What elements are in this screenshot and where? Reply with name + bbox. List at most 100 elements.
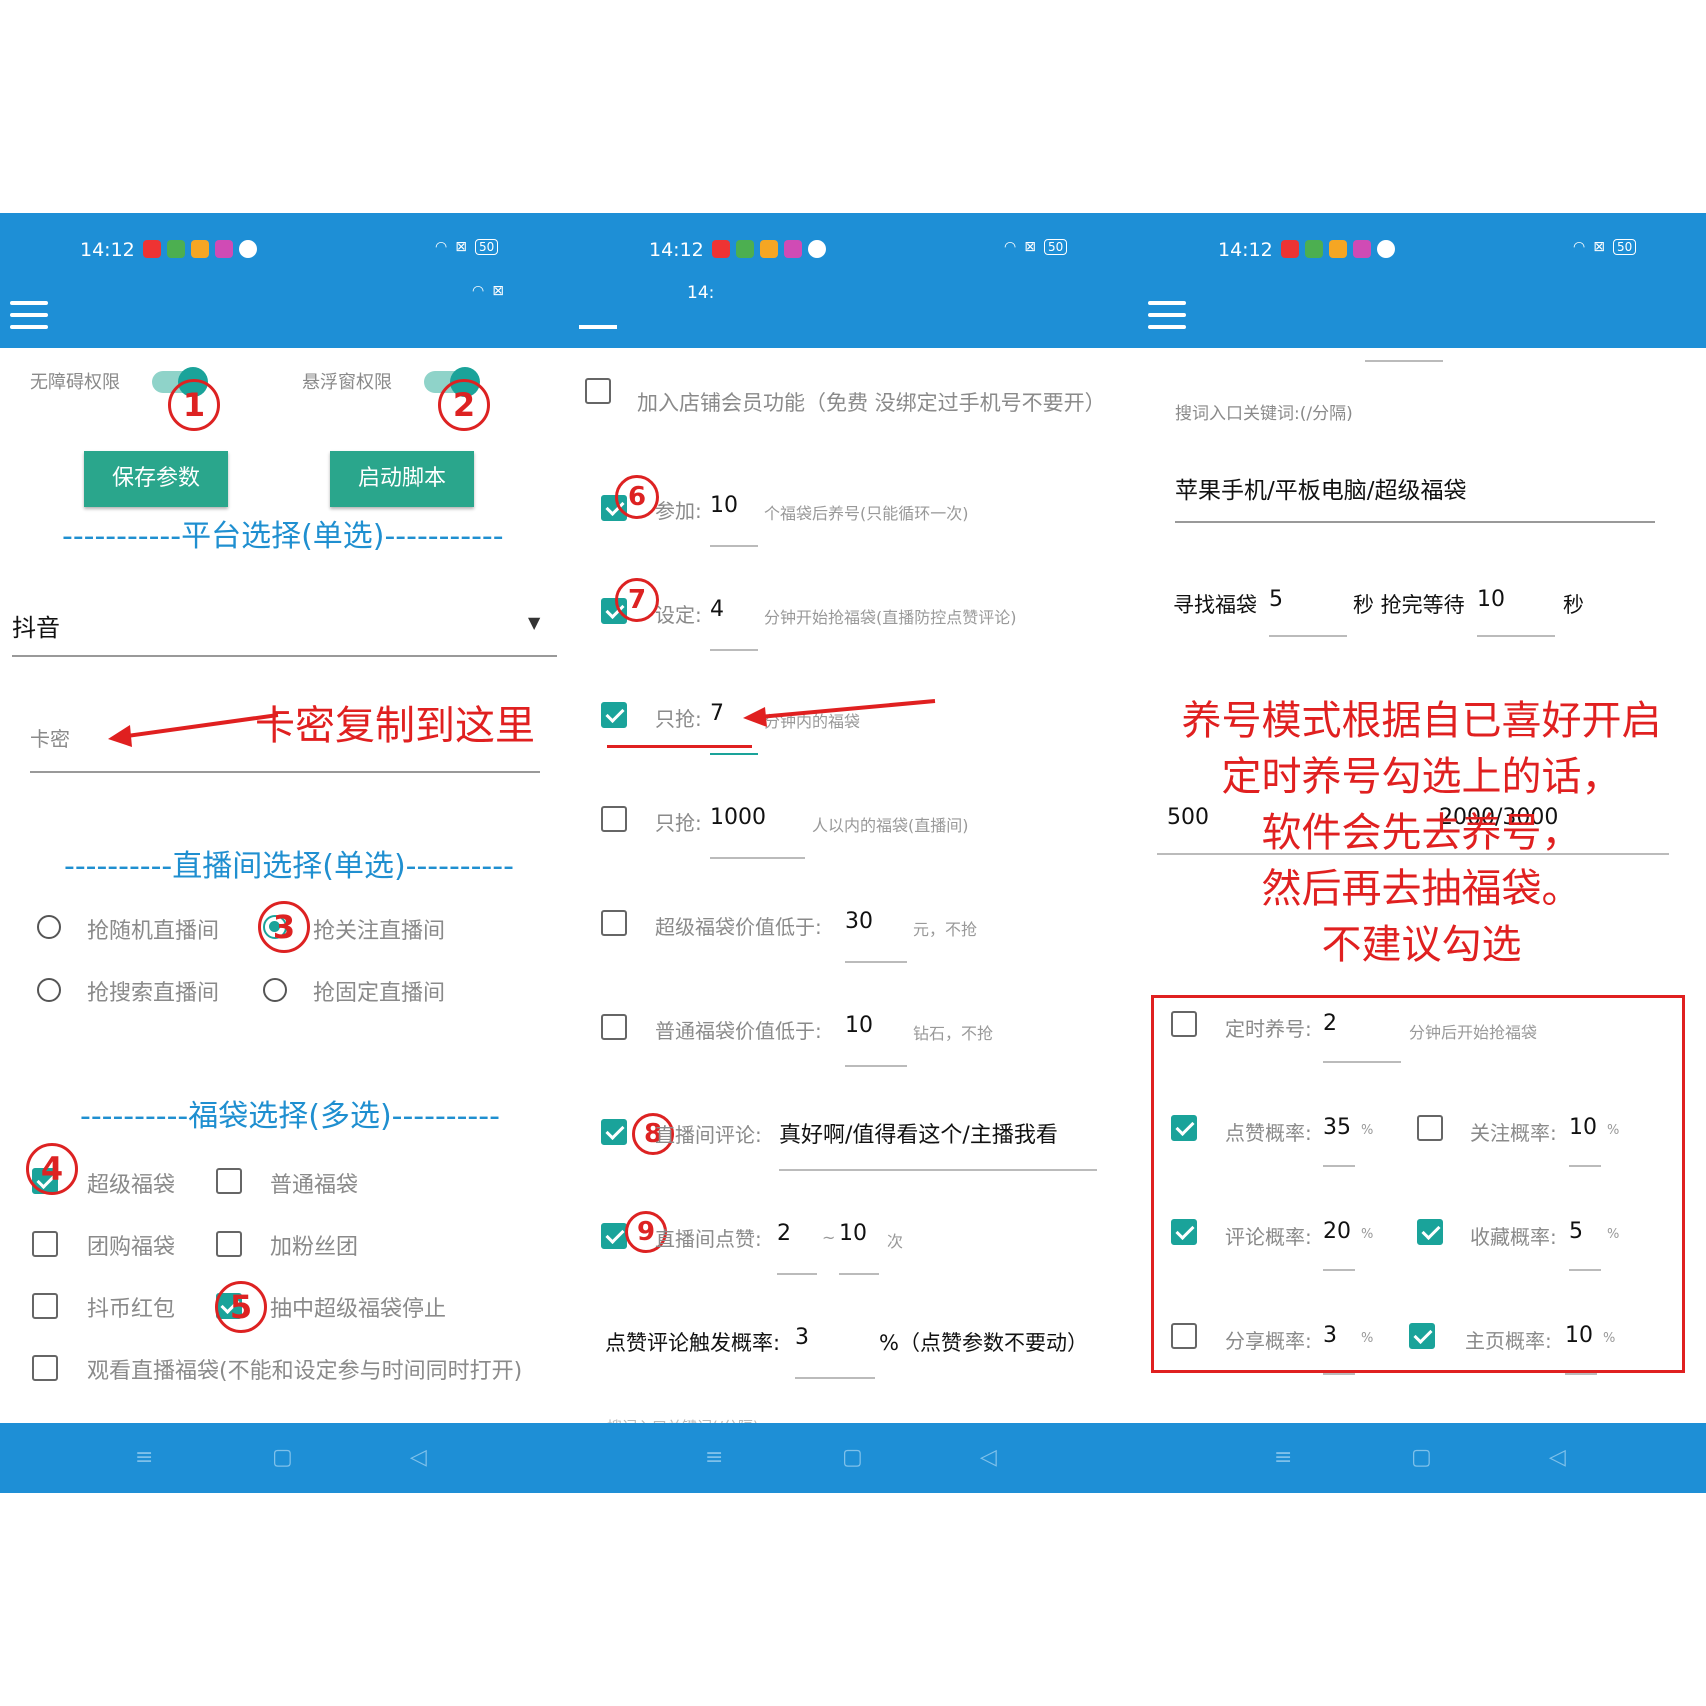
normal-value-label: 普通福袋价值低于: [655, 1019, 822, 1043]
homepage-rate-label: 主页概率: [1465, 1329, 1552, 1353]
only-minutes-input[interactable]: 7 [710, 701, 724, 726]
accessibility-label: 无障碍权限 [30, 372, 120, 393]
comment-input[interactable]: 真好啊/值得看这个/主播我看 [779, 1117, 1058, 1149]
normal-value-underline [845, 1065, 907, 1067]
radio-random-room-label: 抢随机直播间 [87, 919, 220, 944]
app-icon-shield [167, 240, 185, 258]
share-rate-underline [1323, 1373, 1355, 1375]
checkbox-like[interactable] [601, 1223, 627, 1249]
share-rate-input[interactable]: 3 [1323, 1323, 1337, 1348]
checkbox-timer-nurture[interactable] [1171, 1011, 1197, 1037]
home-icon[interactable]: ▢ [842, 1445, 863, 1470]
super-value-underline [845, 961, 907, 963]
like-rate-label: 点赞概率: [1225, 1121, 1312, 1145]
checkbox-comment[interactable] [601, 1119, 627, 1145]
like-rate-input[interactable]: 35 [1323, 1115, 1351, 1140]
find-bag-label: 寻找福袋 [1173, 593, 1257, 617]
radio-fixed-room[interactable] [263, 978, 287, 1002]
app-icon-white [1377, 240, 1395, 258]
system-nav-bar-3: ≡ ▢ ◁ [1137, 1423, 1706, 1493]
collect-rate-input[interactable]: 5 [1569, 1219, 1583, 1244]
search-keyword-input[interactable]: 苹果手机/平板电脑/超级福袋 [1175, 471, 1467, 505]
chevron-down-icon[interactable]: ▼ [528, 613, 540, 632]
wait-unit: 秒 [1563, 593, 1584, 617]
sim-icon: ⊠ [1024, 239, 1036, 255]
back-icon[interactable]: ◁ [1549, 1445, 1566, 1470]
comment-rate-input[interactable]: 20 [1323, 1219, 1351, 1244]
checkbox-homepage-rate[interactable] [1409, 1323, 1435, 1349]
save-button[interactable]: 保存参数 [84, 451, 228, 507]
timer-input[interactable]: 2 [1323, 1011, 1337, 1036]
like-tilde: ~ [822, 1228, 836, 1247]
set-input[interactable]: 4 [710, 597, 724, 622]
recent-apps-icon[interactable]: ≡ [135, 1445, 153, 1470]
checkbox-share-rate[interactable] [1171, 1323, 1197, 1349]
join-input[interactable]: 10 [710, 493, 738, 518]
checkbox-normal-value[interactable] [601, 1014, 627, 1040]
menu-icon-3[interactable] [1148, 301, 1186, 329]
checkbox-only-minutes[interactable] [601, 702, 627, 728]
platform-select-value[interactable]: 抖音 [12, 608, 60, 643]
follow-rate-unit: % [1607, 1123, 1620, 1138]
menu-icon-partial[interactable] [579, 325, 617, 329]
checkbox-like-rate[interactable] [1171, 1115, 1197, 1141]
shop-member-label: 加入店铺会员功能（免费 没绑定过手机号不要开） [637, 391, 1106, 415]
recent-apps-icon[interactable]: ≡ [1274, 1445, 1292, 1470]
trigger-prob-underline [795, 1377, 875, 1379]
battery-icon: 50 [1043, 239, 1068, 255]
super-value-input[interactable]: 30 [845, 909, 873, 934]
homepage-rate-input[interactable]: 10 [1565, 1323, 1593, 1348]
notification-icons-3 [1281, 240, 1395, 258]
radio-search-room[interactable] [37, 978, 61, 1002]
checkbox-fans-club[interactable] [216, 1231, 242, 1257]
checkbox-normal-bag[interactable] [216, 1168, 242, 1194]
timer-underline [1323, 1061, 1401, 1063]
home-icon[interactable]: ▢ [272, 1445, 293, 1470]
checkbox-super-value[interactable] [601, 910, 627, 936]
like-min-input[interactable]: 2 [777, 1221, 791, 1246]
find-bag-input[interactable]: 5 [1269, 587, 1283, 612]
back-icon[interactable]: ◁ [410, 1445, 427, 1470]
follow-rate-label: 关注概率: [1470, 1121, 1557, 1145]
comment-rate-label: 评论概率: [1225, 1225, 1312, 1249]
marker-7: 7 [615, 578, 659, 622]
wait-label: 秒 抢完等待 [1353, 593, 1465, 617]
trigger-prob-input[interactable]: 3 [795, 1325, 809, 1350]
checkbox-group-bag[interactable] [32, 1231, 58, 1257]
arrow-annotation-minutes [743, 699, 936, 727]
normal-value-input[interactable]: 10 [845, 1013, 873, 1038]
like-max-input[interactable]: 10 [839, 1221, 867, 1246]
radio-search-room-label: 抢搜索直播间 [87, 981, 220, 1006]
recent-apps-icon[interactable]: ≡ [705, 1445, 723, 1470]
sim-icon: ⊠ [455, 239, 467, 255]
annotation-line-5: 不建议勾选 [1321, 922, 1522, 968]
checkbox-comment-rate[interactable] [1171, 1219, 1197, 1245]
checkbox-group-bag-label: 团购福袋 [87, 1235, 176, 1260]
checkbox-follow-rate[interactable] [1417, 1115, 1443, 1141]
menu-icon[interactable] [10, 301, 48, 329]
checkbox-stop-on-super-label: 抽中超级福袋停止 [270, 1297, 447, 1322]
checkbox-only-people[interactable] [601, 806, 627, 832]
checkbox-collect-rate[interactable] [1417, 1219, 1443, 1245]
checkbox-watch-bag[interactable] [32, 1355, 58, 1381]
checkbox-coin-redpack[interactable] [32, 1293, 58, 1319]
platform-select-underline [12, 655, 557, 657]
checkbox-shop-member[interactable] [585, 378, 611, 404]
top-cut-underline [1365, 360, 1443, 362]
card-key-input[interactable]: 卡密 [30, 723, 70, 752]
comment-rate-underline [1323, 1269, 1355, 1271]
app-icon-shield [1305, 240, 1323, 258]
card-key-underline [30, 771, 540, 773]
checkbox-super-bag-label: 超级福袋 [87, 1173, 176, 1198]
radio-random-room[interactable] [37, 915, 61, 939]
home-icon[interactable]: ▢ [1411, 1445, 1432, 1470]
follow-rate-input[interactable]: 10 [1569, 1115, 1597, 1140]
share-rate-unit: % [1361, 1331, 1374, 1346]
like-rate-unit: % [1361, 1123, 1374, 1138]
back-icon[interactable]: ◁ [980, 1445, 997, 1470]
only-people-input[interactable]: 1000 [710, 805, 766, 830]
app-header-3: 14:12 ◠ ⊠ 50 [1137, 213, 1706, 348]
homepage-rate-unit: % [1603, 1331, 1616, 1346]
start-script-button[interactable]: 启动脚本 [330, 451, 474, 507]
wait-input[interactable]: 10 [1477, 587, 1505, 612]
